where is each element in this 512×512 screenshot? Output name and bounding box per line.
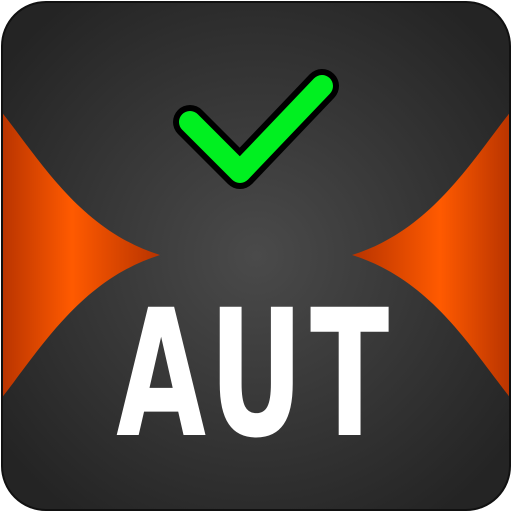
icon-label: AUT xyxy=(116,272,396,477)
app-icon[interactable]: AUT xyxy=(0,0,512,512)
